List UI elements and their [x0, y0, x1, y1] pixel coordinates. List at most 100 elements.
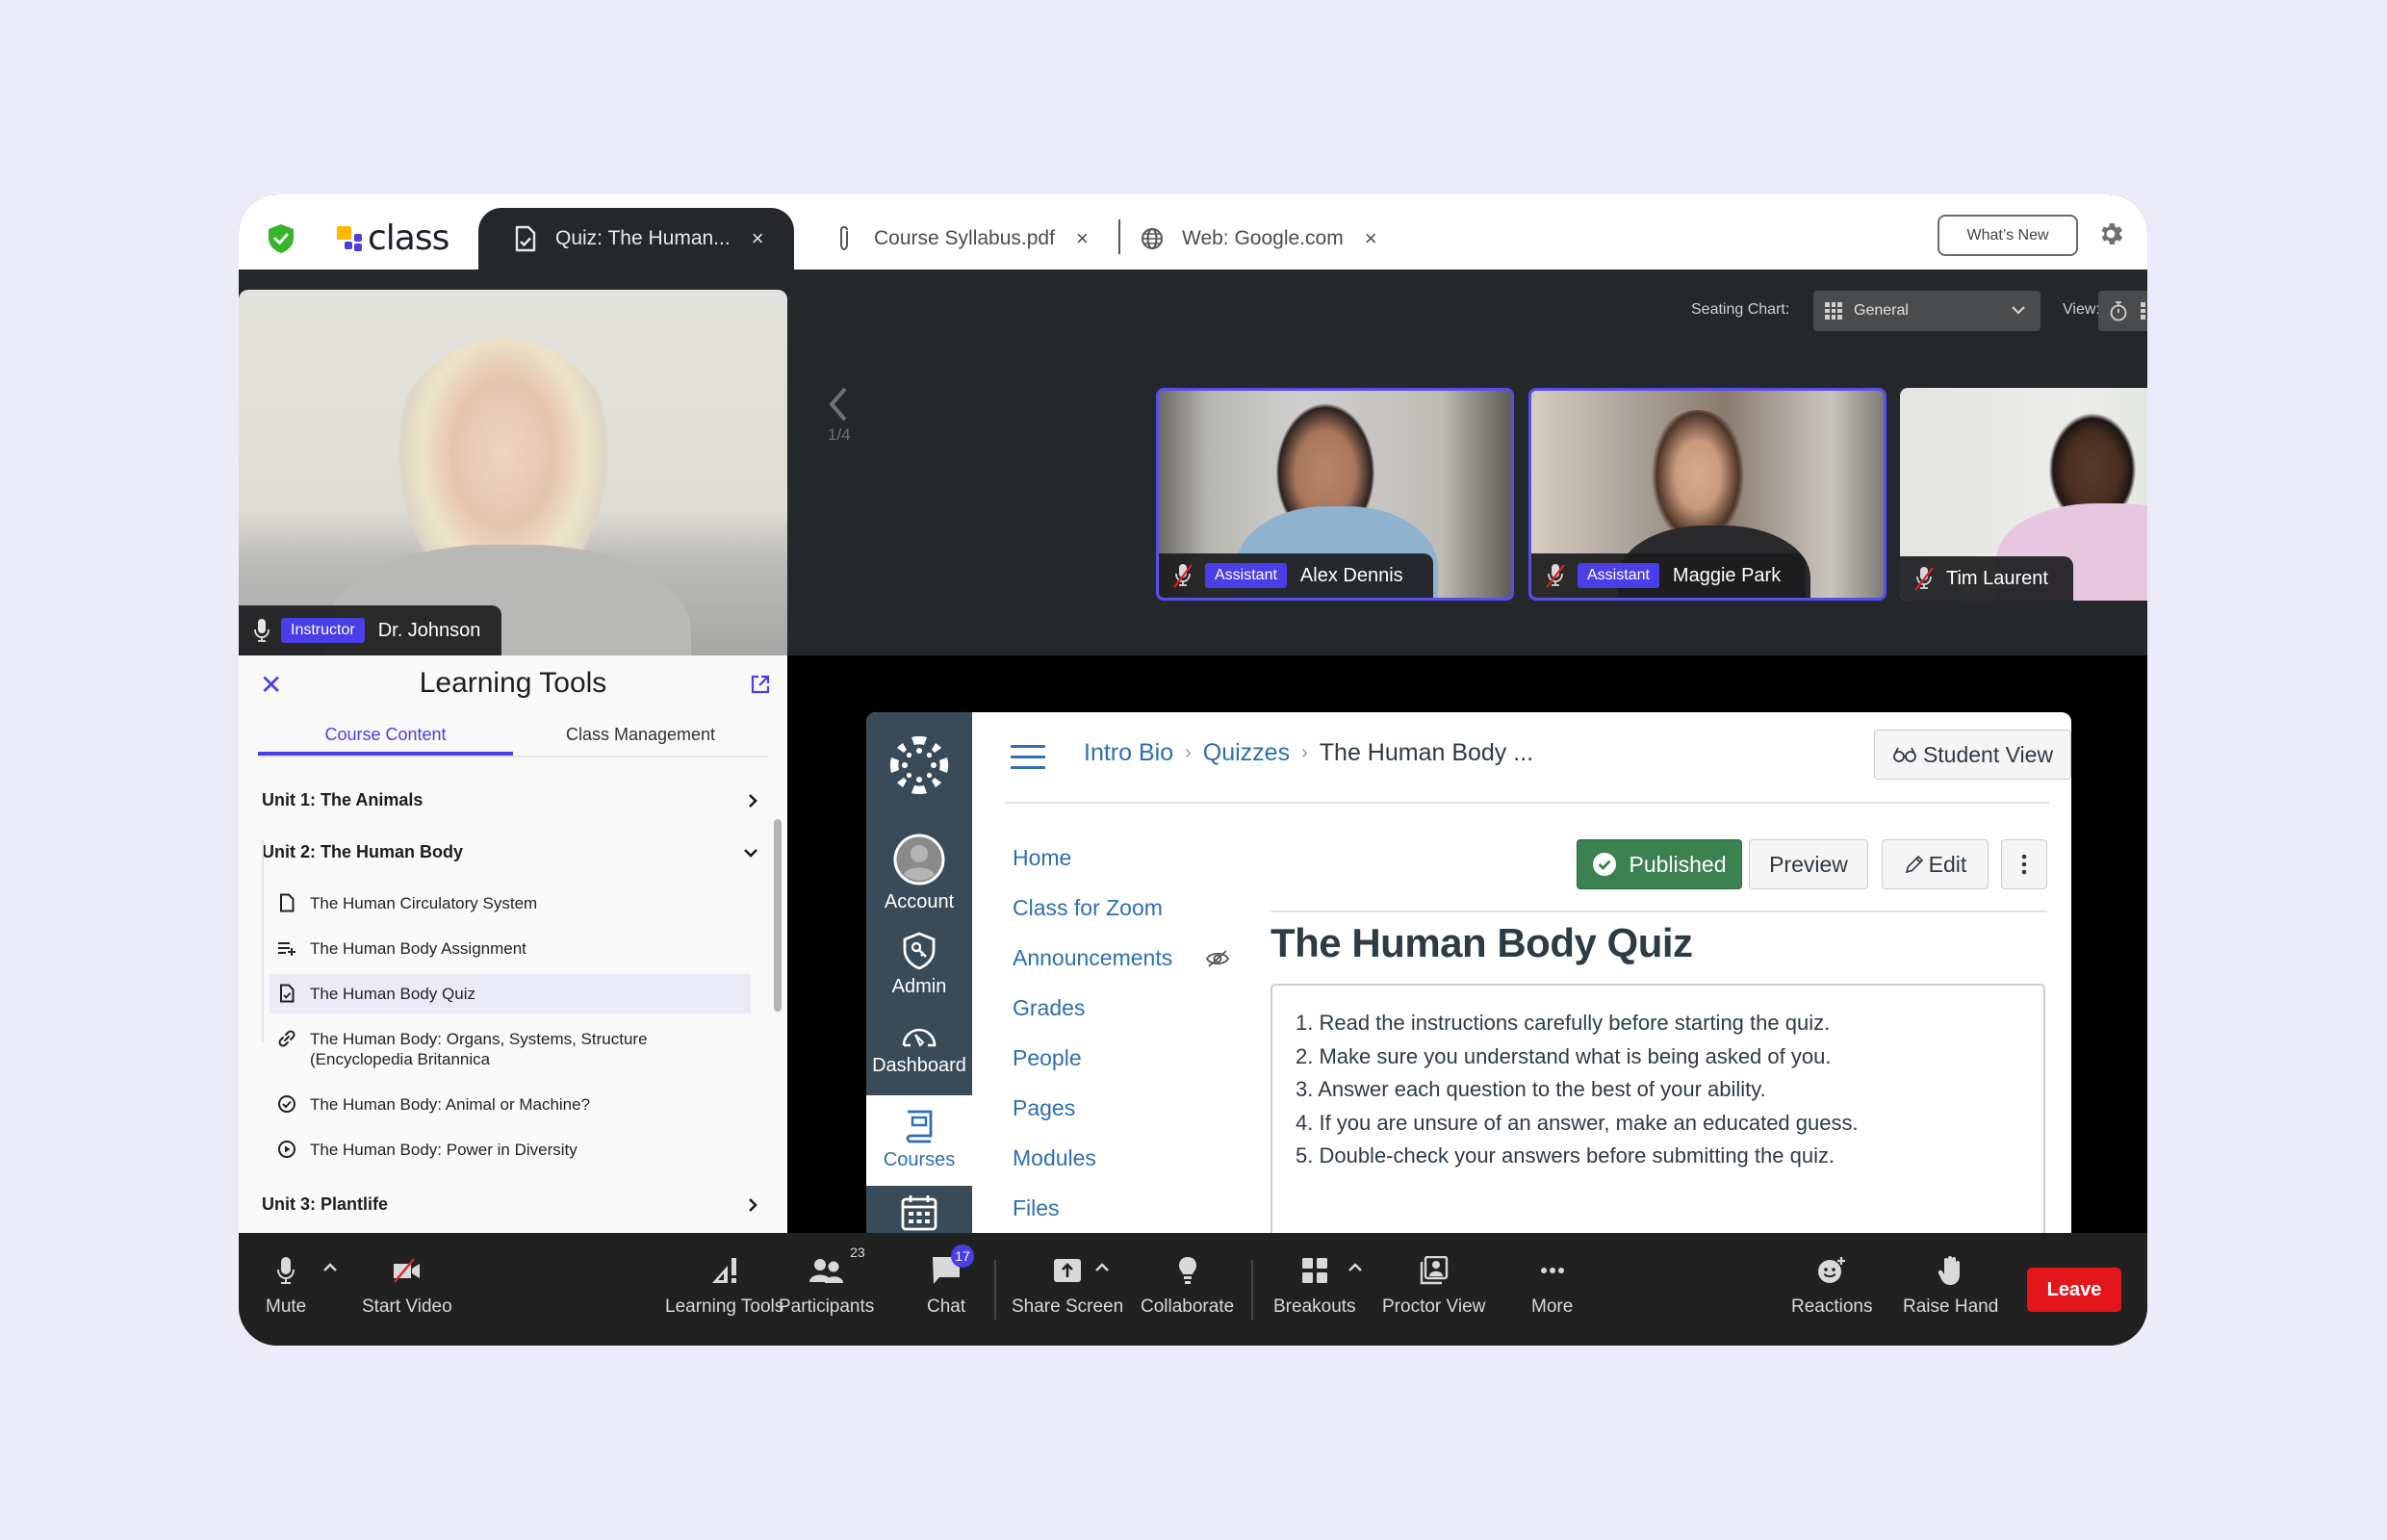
close-tab-icon[interactable]: × [1076, 226, 1089, 251]
learning-tools-icon [710, 1254, 739, 1287]
leave-button[interactable]: Leave [2027, 1268, 2121, 1312]
share-screen-icon [1053, 1254, 1082, 1287]
account-avatar-icon [893, 834, 945, 886]
chevron-down-icon [744, 848, 757, 858]
participant-tile[interactable]: Assistant Alex Dennis [1156, 388, 1514, 601]
student-view-button[interactable]: Student View [1874, 730, 2071, 780]
participants-button[interactable]: 23 Participants [779, 1245, 875, 1318]
edit-label: Edit [1928, 851, 1967, 877]
gallery-prev-icon[interactable] [820, 385, 859, 424]
tab-divider [1118, 219, 1120, 254]
whats-new-button[interactable]: What’s New [1938, 215, 2078, 256]
course-nav-grades[interactable]: Grades [1013, 995, 1085, 1021]
close-tab-icon[interactable]: × [1365, 226, 1377, 251]
tab-quiz[interactable]: Quiz: The Human... × [478, 208, 794, 270]
calendar-icon[interactable] [900, 1194, 938, 1232]
course-nav-pages[interactable]: Pages [1013, 1095, 1075, 1121]
more-button[interactable]: More [1531, 1254, 1573, 1318]
panel-scrollbar[interactable] [774, 819, 782, 1012]
mute-button[interactable]: Mute [266, 1254, 306, 1318]
learning-tools-button[interactable]: Learning Tools [665, 1254, 783, 1318]
proctor-view-icon [1420, 1254, 1449, 1287]
breadcrumb: Intro Bio › Quizzes › The Human Body ... [1084, 739, 1533, 767]
pop-out-icon[interactable] [751, 675, 770, 694]
published-label: Published [1629, 851, 1727, 877]
security-shield-icon [269, 224, 294, 253]
hamburger-menu-icon[interactable] [1011, 745, 1045, 770]
seating-chart-dropdown[interactable]: General [1813, 291, 2040, 331]
content-item[interactable]: The Human Body Assignment [270, 929, 751, 968]
breakouts-button[interactable]: Breakouts [1273, 1254, 1356, 1318]
course-nav-announcements[interactable]: Announcements [1013, 945, 1172, 971]
nav-courses[interactable]: Courses [866, 1095, 972, 1186]
course-nav-home[interactable]: Home [1013, 845, 1071, 871]
close-tab-icon[interactable]: × [752, 226, 764, 251]
nav-account[interactable]: Account [866, 834, 972, 913]
instructor-video-tile[interactable]: Instructor Dr. Johnson [239, 290, 787, 655]
content-item[interactable]: The Human Body: Power in Diversity [270, 1130, 751, 1169]
breakouts-options-chevron-up-icon[interactable] [1347, 1260, 1364, 1273]
more-options-button[interactable] [2001, 839, 2047, 889]
unit-2-row[interactable]: Unit 2: The Human Body [262, 842, 758, 862]
content-item[interactable]: The Human Body: Animal or Machine? [270, 1085, 751, 1124]
toolbar-label: Share Screen [1012, 1296, 1124, 1317]
reactions-button[interactable]: Reactions [1791, 1254, 1873, 1318]
nav-dashboard[interactable]: Dashboard [866, 1020, 972, 1077]
class-logo-mark-icon [337, 226, 364, 251]
instruction-item: 5. Double-check your answers before subm… [1296, 1143, 1835, 1168]
nav-admin[interactable]: Admin [866, 932, 972, 998]
settings-gear-icon[interactable] [2096, 219, 2125, 248]
tab-web-google[interactable]: Web: Google.com × [1140, 208, 1377, 270]
edit-button[interactable]: Edit [1882, 839, 1989, 889]
participant-tile[interactable]: Assistant Maggie Park [1528, 388, 1886, 601]
participant-name: Maggie Park [1672, 564, 1782, 586]
view-label: View: [2063, 301, 2100, 318]
breadcrumb-separator: › [1185, 742, 1192, 763]
content-item[interactable]: The Human Circulatory System [270, 884, 751, 923]
course-nav-class-for-zoom[interactable]: Class for Zoom [1013, 895, 1163, 921]
breadcrumb-intro-bio[interactable]: Intro Bio [1084, 739, 1173, 767]
tab-course-syllabus[interactable]: Course Syllabus.pdf × [832, 208, 1089, 270]
tab-class-management[interactable]: Class Management [513, 715, 768, 756]
content-item[interactable]: The Human Body: Organs, Systems, Structu… [270, 1019, 751, 1079]
tab-course-content[interactable]: Course Content [258, 715, 513, 756]
preview-button[interactable]: Preview [1749, 839, 1868, 889]
dropdown-value: General [1854, 302, 1909, 319]
toolbar-label: Mute [266, 1296, 307, 1317]
course-nav-modules[interactable]: Modules [1013, 1145, 1096, 1171]
stopwatch-icon [2110, 301, 2127, 321]
instruction-item: 3. Answer each question to the best of y… [1296, 1077, 1766, 1101]
unit-1-row[interactable]: Unit 1: The Animals [262, 790, 758, 810]
published-button[interactable]: Published [1577, 839, 1742, 889]
participant-name: Alex Dennis [1299, 564, 1403, 586]
student-view-label: Student View [1922, 741, 2054, 767]
shared-content-area: Account Admin Dashboard Courses Intro Bi… [787, 655, 2147, 1233]
assignment-icon [277, 938, 296, 958]
raise-hand-button[interactable]: Raise Hand [1903, 1254, 1998, 1318]
timer-button[interactable] [2098, 291, 2139, 331]
proctor-view-button[interactable]: Proctor View [1382, 1254, 1485, 1318]
panel-title: Learning Tools [419, 667, 607, 699]
item-label: The Human Body Quiz [310, 985, 475, 1003]
toolbar-label: Chat [927, 1296, 966, 1317]
quiz-doc-icon [513, 224, 538, 253]
item-label: The Human Body: Animal or Machine? [310, 1095, 591, 1114]
toolbar-label: Start Video [362, 1296, 452, 1317]
collaborate-button[interactable]: Collaborate [1141, 1254, 1234, 1318]
breadcrumb-quizzes[interactable]: Quizzes [1203, 739, 1290, 767]
chat-button[interactable]: 17 Chat [927, 1245, 975, 1318]
content-divider [1270, 911, 2047, 912]
course-nav-people[interactable]: People [1013, 1045, 1082, 1071]
mute-options-chevron-up-icon[interactable] [321, 1260, 339, 1273]
quiz-icon [277, 984, 296, 1003]
share-options-chevron-up-icon[interactable] [1093, 1260, 1111, 1273]
start-video-button[interactable]: Start Video [362, 1254, 452, 1318]
participant-tile[interactable]: Tim Laurent [1900, 388, 2147, 601]
unit-3-row[interactable]: Unit 3: Plantlife [262, 1194, 758, 1215]
video-off-icon [393, 1254, 422, 1287]
page-indicator-left: 1/4 [828, 425, 851, 444]
content-item-selected[interactable]: The Human Body Quiz [270, 974, 751, 1014]
course-nav-files[interactable]: Files [1013, 1195, 1060, 1221]
item-label: The Human Body Assignment [310, 939, 526, 958]
toolbar-label: Participants [779, 1296, 875, 1317]
